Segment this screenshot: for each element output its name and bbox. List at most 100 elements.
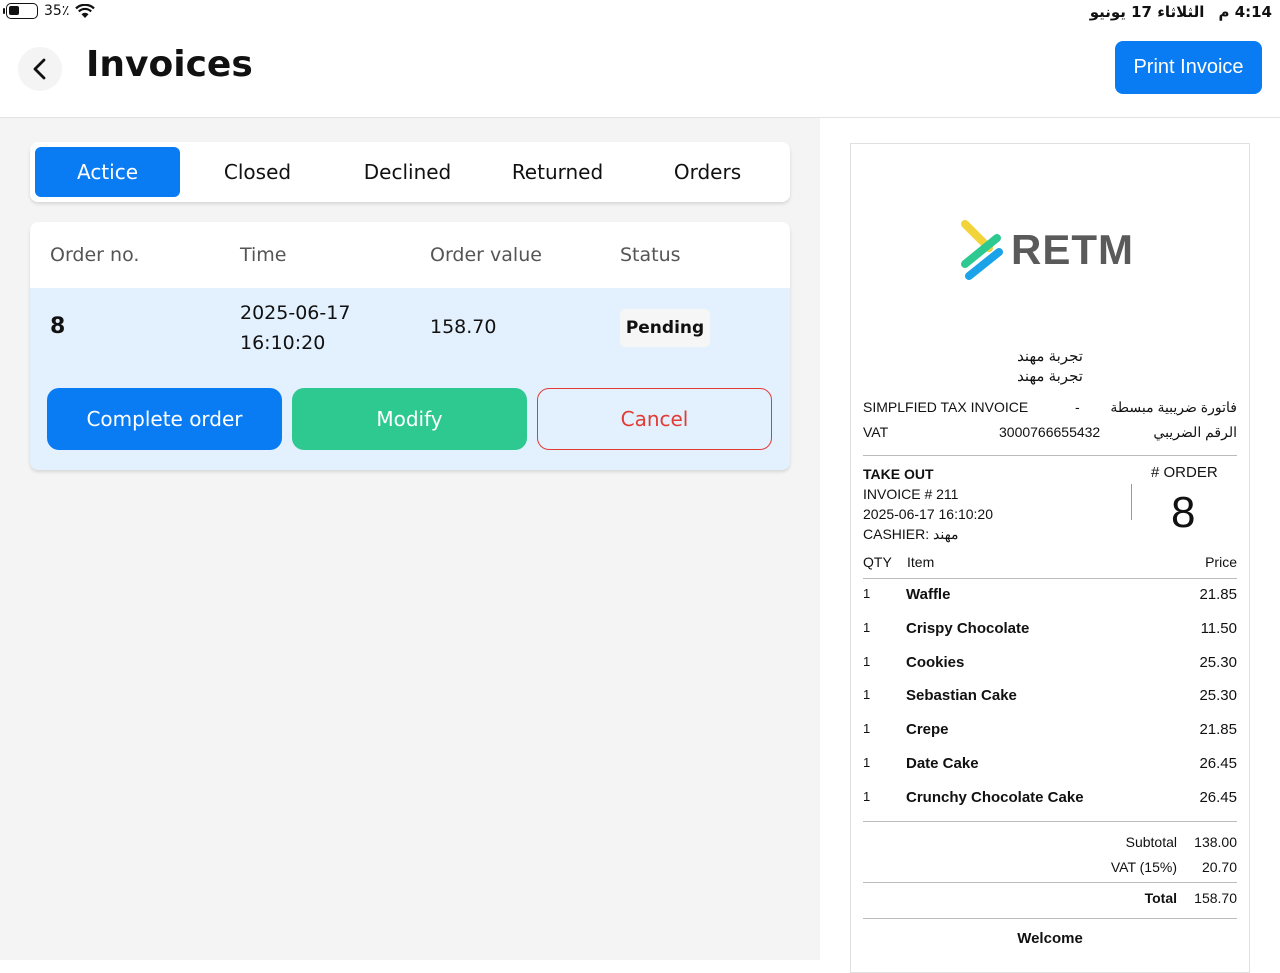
order-value: 158.70 — [430, 316, 497, 338]
total-label: Total — [1144, 890, 1177, 906]
list-item: 1 Cookies 25.30 — [863, 650, 1237, 684]
order-number: 8 — [50, 314, 66, 339]
order-label: # ORDER — [1151, 464, 1218, 481]
shop-name-line-2: تجربة مهند — [1017, 368, 1083, 385]
tab-active[interactable]: Actice — [35, 147, 180, 197]
battery-level: 35٪ — [44, 3, 70, 19]
item-name: Waffle — [906, 586, 951, 603]
shop-name-line-1: تجربة مهند — [1017, 348, 1083, 365]
item-name: Crispy Chocolate — [906, 619, 1030, 637]
divider — [863, 578, 1237, 579]
invoice-type-ar: فاتورة ضريبية مبسطة — [1110, 399, 1237, 415]
tab-returned[interactable]: Returned — [485, 147, 630, 197]
item-qty: 1 — [863, 754, 871, 770]
order-info: TAKE OUT INVOICE # 211 2025-06-17 16:10:… — [863, 464, 993, 544]
invoice-datetime: 2025-06-17 16:10:20 — [863, 506, 993, 522]
cancel-button[interactable]: Cancel — [537, 388, 772, 450]
tab-orders[interactable]: Orders — [635, 147, 780, 197]
back-button[interactable] — [18, 47, 62, 91]
item-qty: 1 — [863, 788, 871, 804]
item-price: 21.85 — [1199, 586, 1237, 603]
chevron-left-icon — [33, 58, 46, 80]
total-value: 158.70 — [1194, 890, 1237, 906]
order-actions: Complete order Modify Cancel — [47, 388, 772, 450]
list-item: 1 Date Cake 26.45 — [863, 751, 1237, 785]
item-qty: 1 — [863, 653, 871, 669]
item-name: Cookies — [906, 653, 965, 671]
list-item: 1 Waffle 21.85 — [863, 582, 1237, 616]
column-header-time: Time — [240, 244, 287, 266]
item-qty: 1 — [863, 721, 871, 737]
item-qty: 1 — [863, 586, 871, 601]
column-header-order-no: Order no. — [50, 244, 140, 266]
page-title: Invoices — [86, 44, 253, 85]
date: الثلاثاء 17 يونيو — [1089, 3, 1205, 21]
status-badge: Pending — [620, 309, 710, 347]
cashier: CASHIER: مهند — [863, 526, 959, 542]
invoice-type-separator: - — [1075, 399, 1080, 415]
wifi-icon — [75, 3, 96, 18]
invoice-number: INVOICE # 211 — [863, 486, 959, 502]
clock-ampm: م — [1218, 3, 1230, 21]
divider — [863, 882, 1237, 883]
item-name: Crunchy Chocolate Cake — [906, 788, 1084, 806]
list-item: 1 Crispy Chocolate 11.50 — [863, 616, 1237, 650]
items-header-price: Price — [1205, 554, 1237, 570]
list-item: 1 Crunchy Chocolate Cake 26.45 — [863, 785, 1237, 819]
app-header: Invoices Print Invoice — [0, 26, 1280, 118]
order-box-divider — [1131, 484, 1132, 520]
status-tabs: Actice Closed Declined Returned Orders — [30, 142, 790, 202]
item-price: 26.45 — [1199, 788, 1237, 806]
items-list: 1 Waffle 21.85 1 Crispy Chocolate 11.50 … — [863, 582, 1237, 819]
order-type: TAKE OUT — [863, 466, 934, 482]
item-name: Sebastian Cake — [906, 687, 1017, 705]
status-right: 4:14 م الثلاثاء 17 يونيو — [1090, 3, 1272, 21]
divider — [863, 455, 1237, 456]
status-left: 35٪ — [3, 3, 96, 19]
order-big-number: 8 — [1171, 488, 1196, 537]
table-row[interactable]: 8 2025-06-17 16:10:20 158.70 Pending — [30, 288, 790, 368]
vat-label-ar: الرقم الضريبي — [1153, 424, 1237, 440]
order-time: 2025-06-17 16:10:20 — [240, 302, 351, 354]
receipt: RETM تجربة مهند تجربة مهند SIMPLFIED TAX… — [850, 143, 1250, 973]
item-price: 25.30 — [1199, 653, 1237, 671]
modify-button[interactable]: Modify — [292, 388, 527, 450]
order-number-box: # ORDER 8 — [1131, 464, 1237, 544]
column-header-status: Status — [620, 244, 681, 266]
item-price: 11.50 — [1200, 619, 1237, 637]
retm-logo: RETM — [959, 218, 1134, 282]
receipt-footer: Welcome — [1017, 930, 1083, 947]
item-price: 21.85 — [1199, 721, 1237, 739]
logo-mark-icon — [961, 220, 1003, 280]
divider — [863, 918, 1237, 919]
list-item: 1 Sebastian Cake 25.30 — [863, 683, 1237, 717]
divider — [863, 821, 1237, 822]
item-qty: 1 — [863, 619, 871, 635]
invoice-preview-panel: RETM تجربة مهند تجربة مهند SIMPLFIED TAX… — [820, 118, 1280, 973]
status-bar: 35٪ 4:14 م الثلاثاء 17 يونيو — [0, 0, 1280, 26]
item-price: 26.45 — [1199, 754, 1237, 772]
subtotal-value: 138.00 — [1194, 834, 1237, 850]
items-header-item: Item — [907, 554, 935, 570]
vat-label-en: VAT — [863, 424, 889, 440]
invoice-type-en: SIMPLFIED TAX INVOICE — [863, 399, 1029, 415]
item-price: 25.30 — [1199, 687, 1237, 705]
battery-icon — [3, 3, 38, 19]
tab-closed[interactable]: Closed — [185, 147, 330, 197]
invoices-panel: Actice Closed Declined Returned Orders O… — [0, 118, 820, 960]
clock: 4:14 م — [1218, 3, 1272, 21]
clock-time: 4:14 — [1234, 3, 1272, 21]
item-name: Crepe — [906, 721, 949, 739]
item-name: Date Cake — [906, 754, 979, 772]
table-header: Order no. Time Order value Status — [30, 222, 790, 288]
logo-text: RETM — [1011, 226, 1134, 273]
complete-order-button[interactable]: Complete order — [47, 388, 282, 450]
column-header-order-value: Order value — [430, 244, 542, 266]
orders-table: Order no. Time Order value Status 8 2025… — [30, 222, 790, 470]
items-header-qty: QTY — [863, 554, 892, 570]
tab-declined[interactable]: Declined — [335, 147, 480, 197]
vat-total-label: VAT (15%) — [1110, 859, 1177, 875]
vat-total-value: 20.70 — [1201, 859, 1237, 875]
print-invoice-button[interactable]: Print Invoice — [1115, 41, 1262, 94]
item-qty: 1 — [863, 687, 871, 703]
